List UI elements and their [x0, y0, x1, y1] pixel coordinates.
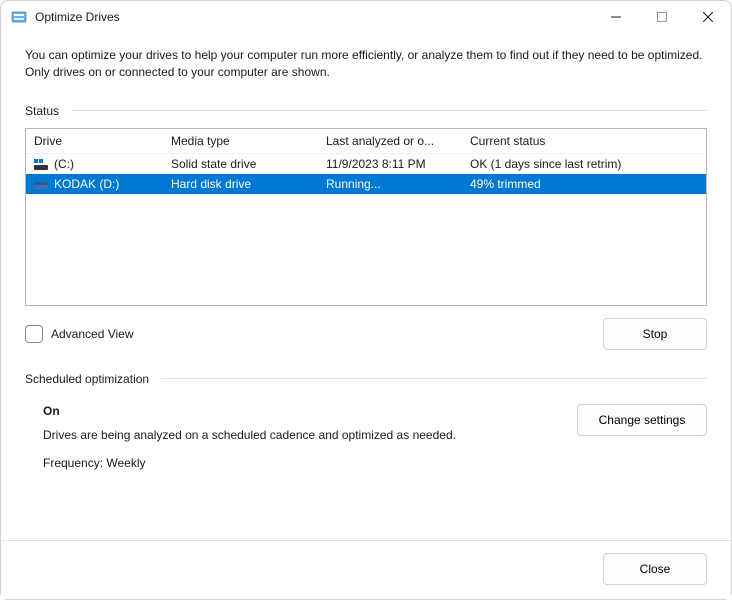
col-header-media[interactable]: Media type: [163, 129, 318, 153]
titlebar: Optimize Drives: [1, 1, 731, 33]
drive-list[interactable]: Drive Media type Last analyzed or o... C…: [25, 128, 707, 306]
intro-text: You can optimize your drives to help you…: [25, 47, 707, 82]
footer: Close: [1, 540, 731, 599]
drive-row[interactable]: (C:) Solid state drive 11/9/2023 8:11 PM…: [26, 154, 706, 174]
window-controls: [593, 1, 731, 33]
window-title: Optimize Drives: [35, 10, 593, 24]
hdd-drive-icon: [34, 179, 50, 191]
content-area: You can optimize your drives to help you…: [1, 33, 731, 540]
col-header-drive[interactable]: Drive: [26, 129, 163, 153]
under-list-row: Advanced View Stop: [25, 318, 707, 350]
drive-list-header[interactable]: Drive Media type Last analyzed or o... C…: [26, 129, 706, 154]
close-window-button[interactable]: [685, 1, 731, 33]
col-header-last[interactable]: Last analyzed or o...: [318, 129, 462, 153]
status-label: Status: [25, 104, 59, 118]
checkbox-icon: [25, 325, 43, 343]
minimize-button[interactable]: [593, 1, 639, 33]
advanced-view-label: Advanced View: [51, 327, 134, 341]
scheduled-section-header: Scheduled optimization: [25, 372, 707, 386]
drive-media: Hard disk drive: [163, 177, 318, 191]
scheduled-state: On: [43, 404, 456, 418]
app-icon: [11, 9, 27, 25]
scheduled-label: Scheduled optimization: [25, 372, 149, 386]
drive-status: OK (1 days since last retrim): [462, 157, 706, 171]
windows-drive-icon: [34, 159, 50, 171]
scheduled-body: On Drives are being analyzed on a schedu…: [25, 396, 707, 470]
maximize-button[interactable]: [639, 1, 685, 33]
drive-name: (C:): [54, 157, 74, 171]
drive-last: 11/9/2023 8:11 PM: [318, 157, 462, 171]
close-button[interactable]: Close: [603, 553, 707, 585]
drive-row[interactable]: KODAK (D:) Hard disk drive Running... 49…: [26, 174, 706, 194]
drive-name: KODAK (D:): [54, 177, 119, 191]
drive-status: 49% trimmed: [462, 177, 706, 191]
drive-media: Solid state drive: [163, 157, 318, 171]
scheduled-frequency: Frequency: Weekly: [43, 456, 146, 470]
stop-button[interactable]: Stop: [603, 318, 707, 350]
scheduled-desc: Drives are being analyzed on a scheduled…: [43, 428, 456, 442]
drive-last: Running...: [318, 177, 462, 191]
advanced-view-checkbox[interactable]: Advanced View: [25, 325, 134, 343]
change-settings-button[interactable]: Change settings: [577, 404, 707, 436]
status-section-header: Status: [25, 104, 707, 118]
col-header-status[interactable]: Current status: [462, 129, 706, 153]
